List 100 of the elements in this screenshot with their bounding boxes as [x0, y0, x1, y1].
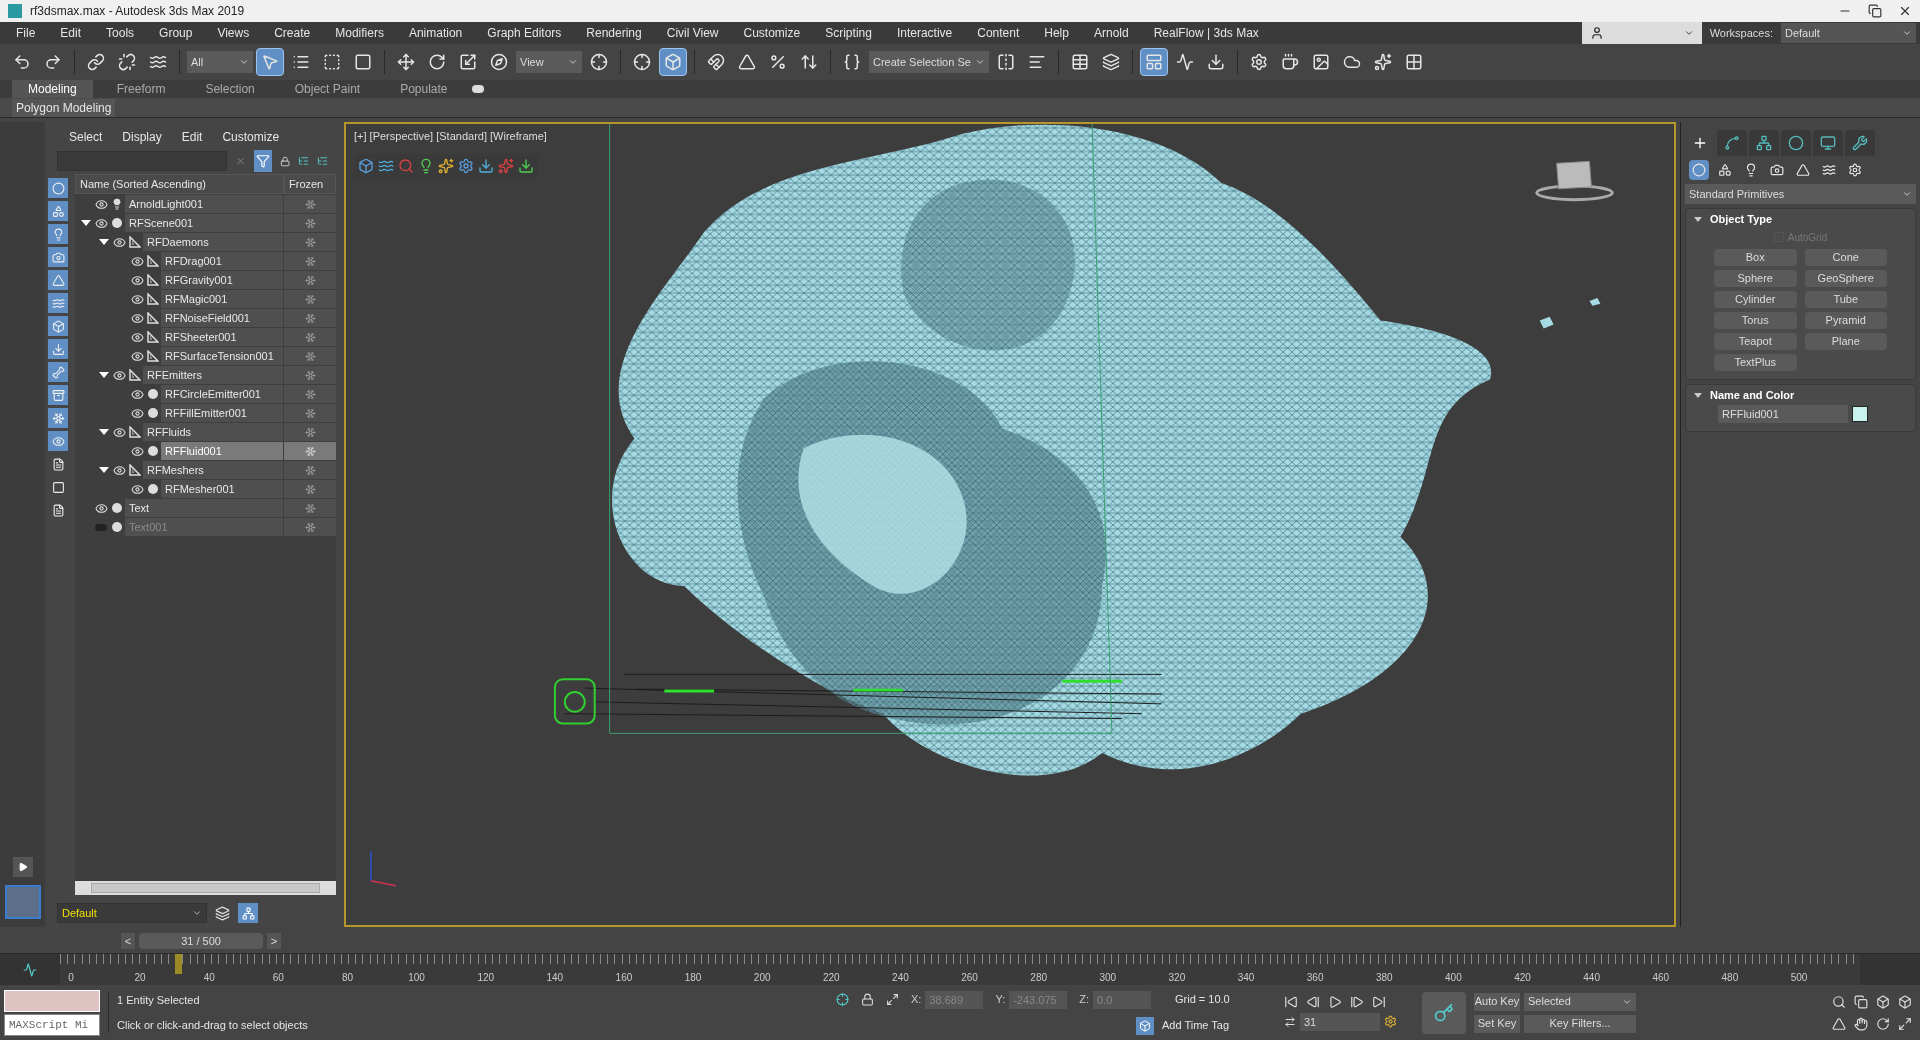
frame-number: 400	[1445, 971, 1462, 985]
rollout-title[interactable]: Name and Color	[1710, 386, 1795, 404]
ribbon-tab[interactable]: Modeling	[12, 80, 93, 98]
frame-number: 460	[1652, 971, 1670, 985]
toolbar-dropdown[interactable]: Create Selection Se	[869, 51, 989, 73]
object-name-field[interactable]: RFFluid001	[1718, 405, 1848, 423]
primitive-button[interactable]: Pyramid	[1804, 312, 1887, 329]
maxscript-field[interactable]: MAXScript Mi	[4, 1013, 100, 1036]
window-title: rf3dsmax.max - Autodesk 3ds Max 2019	[30, 3, 245, 20]
menu-item[interactable]: Animation	[408, 24, 463, 42]
tree-item[interactable]: RFMeshers	[143, 461, 283, 479]
tree-item[interactable]: RFSurfaceTension001	[161, 347, 283, 365]
frame-number: 100	[408, 971, 425, 985]
tree-item[interactable]: RFMagic001	[161, 290, 283, 308]
tree-item[interactable]: RFDrag001	[161, 252, 283, 270]
primitive-button[interactable]: Box	[1714, 249, 1797, 266]
tree-item[interactable]: RFScene001	[125, 214, 283, 232]
key-filters-button[interactable]: Key Filters...	[1524, 1014, 1636, 1033]
column-header[interactable]: Frozen	[284, 174, 336, 194]
frame-number: 160	[615, 971, 633, 985]
rollout-title[interactable]: Object Type	[1710, 210, 1773, 228]
previous-frame-button[interactable]: <	[121, 933, 136, 949]
primitive-button[interactable]: Cone	[1804, 249, 1887, 266]
toolbar-dropdown[interactable]: View	[516, 51, 582, 73]
toolbar-dropdown[interactable]: All	[187, 51, 253, 73]
menu-item[interactable]: Content	[977, 24, 1020, 42]
ribbon-tab[interactable]: Selection	[189, 80, 271, 98]
tree-item[interactable]: RFCircleEmitter001	[161, 385, 283, 403]
frame-number: 260	[961, 971, 978, 985]
menu-item[interactable]: Rendering	[586, 24, 642, 42]
frame-number: 500	[1790, 971, 1808, 985]
tree-item[interactable]: RFMesher001	[161, 480, 283, 498]
frame-number: 300	[1099, 971, 1117, 985]
tree-item[interactable]: RFFluids	[143, 423, 283, 441]
time-tag-label[interactable]: Add Time Tag	[1162, 1017, 1230, 1034]
layer-dropdown[interactable]: Default	[57, 903, 207, 923]
tree-item[interactable]: RFSheeter001	[161, 328, 283, 346]
frame-number: 360	[1306, 971, 1324, 985]
tree-item[interactable]: RFFluid001	[161, 442, 283, 460]
viewport[interactable]: [+] [Perspective] [Standard] [Wireframe]	[344, 122, 1676, 927]
time-slider-thumb[interactable]: 31 / 500	[139, 933, 264, 949]
workspaces-dropdown[interactable]: Default	[1781, 23, 1916, 43]
menu-item[interactable]: Graph Editors	[487, 24, 562, 42]
time-slider-track[interactable]: < 31 / 500 >	[50, 931, 1610, 951]
primitive-button[interactable]: GeoSphere	[1804, 270, 1887, 287]
menu-item[interactable]: Civil View	[666, 24, 719, 42]
menu-item[interactable]: Customize	[743, 24, 801, 42]
viewport-label[interactable]: [+] [Perspective] [Standard] [Wireframe]	[354, 128, 547, 145]
timeline-track[interactable]: 0 20 40 60 80 100 120 140 160 180 200 220 240 260 280 300 320 340 360 380 400 420 440 460 480 500	[60, 954, 1860, 985]
primitive-type-dropdown[interactable]: Standard Primitives	[1685, 184, 1916, 204]
tree-item[interactable]: RFNoiseField001	[161, 309, 283, 327]
menu-item[interactable]: Create	[274, 24, 311, 42]
explorer-menu-item[interactable]: Customize	[222, 128, 280, 146]
frame-number: 480	[1721, 971, 1739, 985]
tree-item[interactable]: ArnoldLight001	[125, 195, 283, 213]
primitive-button[interactable]: TextPlus	[1714, 354, 1797, 371]
menu-item[interactable]: Group	[159, 24, 193, 42]
menu-item[interactable]: Scripting	[825, 24, 872, 42]
menu-item[interactable]: Help	[1044, 24, 1069, 42]
auto-key-button[interactable]: Auto Key	[1474, 992, 1520, 1011]
menu-item[interactable]: File	[16, 24, 36, 42]
frame-number: 60	[272, 971, 284, 985]
frame-number: 380	[1375, 971, 1393, 985]
ribbon-tab[interactable]: Populate	[384, 80, 464, 98]
primitive-button[interactable]: Tube	[1804, 291, 1887, 308]
ribbon-tab[interactable]: Freeform	[100, 80, 182, 98]
primitive-button[interactable]: Sphere	[1714, 270, 1797, 287]
explorer-menu-item[interactable]: Display	[122, 128, 162, 146]
frame-number: 80	[341, 971, 354, 985]
primitive-button[interactable]: Cylinder	[1714, 291, 1797, 308]
ribbon-tab[interactable]: Object Paint	[278, 80, 377, 98]
tree-item[interactable]: RFFillEmitter001	[161, 404, 283, 422]
menu-item[interactable]: Views	[217, 24, 250, 42]
set-key-mode-button[interactable]: Set Key	[1474, 1014, 1520, 1033]
menu-item[interactable]: Modifiers	[335, 24, 384, 42]
menu-item[interactable]: Interactive	[896, 24, 953, 42]
tree-item[interactable]: RFEmitters	[143, 366, 283, 384]
primitive-button[interactable]: Plane	[1804, 333, 1887, 350]
key-mode-dropdown[interactable]: Selected	[1524, 992, 1636, 1011]
frame-number: 140	[546, 971, 564, 985]
frame-number: 280	[1030, 971, 1047, 985]
column-header[interactable]: Name (Sorted Ascending)	[75, 174, 284, 194]
primitive-button[interactable]: Torus	[1714, 312, 1797, 329]
menu-item[interactable]: Arnold	[1093, 24, 1129, 42]
tree-item[interactable]: Text	[125, 499, 283, 517]
tree-item[interactable]: RFDaemons	[143, 233, 283, 251]
explorer-menu-item[interactable]: Select	[69, 128, 103, 146]
prompt-text: Click or click-and-drag to select objects	[117, 1017, 309, 1033]
primitive-button[interactable]: Teapot	[1714, 333, 1797, 350]
explorer-menu-item[interactable]: Edit	[181, 128, 203, 146]
ribbon-panel-title[interactable]: Polygon Modeling	[12, 98, 116, 117]
next-frame-button[interactable]: >	[267, 933, 282, 949]
frame-number: 240	[892, 971, 909, 985]
tree-item[interactable]: RFGravity001	[161, 271, 283, 289]
menu-item[interactable]: Edit	[60, 24, 82, 42]
frame-number: 220	[822, 971, 840, 985]
menu-item[interactable]: Tools	[106, 24, 135, 42]
coordinate-label: Z:	[1079, 992, 1089, 1008]
menu-item[interactable]: RealFlow | 3ds Max	[1153, 24, 1259, 42]
current-frame-field[interactable]: 31	[1300, 1012, 1380, 1031]
